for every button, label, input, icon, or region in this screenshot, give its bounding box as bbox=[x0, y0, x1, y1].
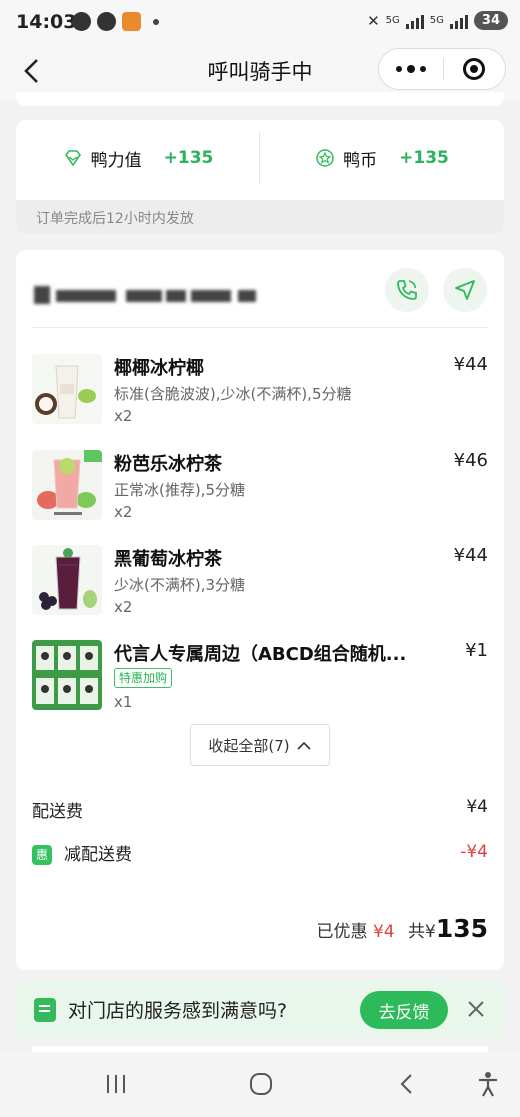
product-price: ¥46 bbox=[453, 450, 488, 471]
product-image bbox=[32, 354, 102, 424]
close-mini-program-button[interactable] bbox=[443, 49, 505, 89]
network-type-2: 5G bbox=[429, 15, 444, 26]
message-icon bbox=[97, 12, 116, 31]
previous-card-edge bbox=[16, 92, 504, 106]
wechat-icon bbox=[72, 12, 91, 31]
list-item[interactable]: 粉芭乐冰柠茶 正常冰(推荐),5分糖 x2 ¥46 bbox=[32, 450, 488, 534]
call-store-button[interactable] bbox=[385, 268, 429, 312]
delivery-fee-label: 配送费 bbox=[32, 802, 83, 822]
back-icon bbox=[400, 1074, 412, 1094]
delivery-discount-row: 惠减配送费 -¥4 bbox=[32, 840, 488, 865]
discount-badge: 惠 bbox=[32, 845, 52, 865]
reward-note: 订单完成后12小时内发放 bbox=[16, 200, 504, 234]
product-price: ¥1 bbox=[465, 640, 488, 661]
total-label: 共¥ bbox=[407, 922, 436, 942]
reward-value: +135 bbox=[163, 148, 214, 168]
feedback-icon bbox=[34, 998, 56, 1022]
collapse-all-button[interactable]: 收起全部(7) bbox=[190, 724, 330, 766]
list-item[interactable]: 椰椰冰柠椰 标准(含脆波波),少冰(不满杯),5分糖 x2 ¥44 bbox=[32, 354, 488, 438]
close-icon bbox=[468, 1001, 484, 1017]
product-price: ¥44 bbox=[453, 545, 488, 566]
feedback-question: 对门店的服务感到满意吗? bbox=[68, 1000, 288, 1022]
reward-label: 鸭力值 bbox=[90, 150, 142, 171]
product-name: 粉芭乐冰柠茶 bbox=[114, 454, 222, 475]
delivery-fee-row: 配送费 ¥4 bbox=[32, 797, 488, 822]
more-notifications-icon bbox=[153, 18, 159, 25]
product-name: 黑葡萄冰柠茶 bbox=[114, 549, 222, 570]
reward-coins: 鸭币 +135 bbox=[260, 120, 504, 196]
status-time: 14:03 bbox=[16, 11, 77, 33]
home-icon bbox=[250, 1073, 272, 1095]
promo-tag: 特惠加购 bbox=[114, 668, 173, 688]
close-banner-button[interactable] bbox=[462, 994, 490, 1024]
product-name: 代言人专属周边（ABCD组合随机... bbox=[114, 644, 407, 665]
battery-level: 34 bbox=[473, 11, 508, 30]
more-button[interactable] bbox=[379, 49, 443, 89]
saved-label: 已优惠 bbox=[316, 922, 368, 942]
phone-icon bbox=[397, 280, 417, 300]
divider bbox=[259, 132, 260, 184]
collapse-label: 收起全部(7) bbox=[208, 736, 290, 755]
saved-value: ¥4 bbox=[372, 922, 395, 942]
navigate-button[interactable] bbox=[443, 268, 487, 312]
total-amount: 135 bbox=[435, 914, 488, 943]
network-type-1: 5G bbox=[385, 15, 400, 26]
order-total: 已优惠 ¥4 共¥135 bbox=[317, 914, 488, 943]
divider bbox=[32, 327, 488, 328]
discount-value: -¥4 bbox=[460, 842, 488, 862]
signal-icon bbox=[449, 13, 468, 29]
product-qty: x1 bbox=[114, 693, 133, 711]
product-spec: 少冰(不满杯),3分糖 bbox=[114, 576, 246, 594]
feedback-banner: 对门店的服务感到满意吗? 去反馈 bbox=[16, 980, 504, 1038]
product-spec: 正常冰(推荐),5分糖 bbox=[114, 481, 246, 499]
product-spec: 标准(含脆波波),少冰(不满杯),5分糖 bbox=[114, 385, 352, 403]
signal-icon bbox=[405, 13, 424, 29]
product-price: ¥44 bbox=[453, 354, 488, 375]
product-qty: x2 bbox=[114, 503, 133, 521]
mute-icon: ✕ bbox=[367, 11, 380, 30]
list-item[interactable]: 黑葡萄冰柠茶 少冰(不满杯),3分糖 x2 ¥44 bbox=[32, 545, 488, 629]
rewards-card: 鸭力值 +135 鸭币 +135 订单完成后12小时内发放 bbox=[16, 120, 504, 234]
accessibility-button[interactable] bbox=[468, 1066, 508, 1102]
home-button[interactable] bbox=[241, 1066, 281, 1102]
more-dots-icon bbox=[395, 66, 402, 72]
star-coin-icon bbox=[316, 149, 334, 167]
system-nav-bar bbox=[0, 1052, 520, 1117]
list-item[interactable]: 代言人专属周边（ABCD组合随机... 特惠加购 x1 ¥1 bbox=[32, 640, 488, 724]
reward-points: 鸭力值 +135 bbox=[16, 120, 260, 196]
back-nav-button[interactable] bbox=[386, 1066, 426, 1102]
status-indicators: ✕ 5G 5G 34 bbox=[367, 11, 508, 30]
discount-label: 减配送费 bbox=[64, 845, 132, 865]
navigation-arrow-icon bbox=[455, 280, 475, 300]
accessibility-icon bbox=[479, 1072, 497, 1097]
feedback-button[interactable]: 去反馈 bbox=[360, 991, 448, 1029]
chevron-up-icon bbox=[297, 741, 311, 750]
mini-program-capsule bbox=[378, 48, 506, 90]
product-qty: x2 bbox=[114, 407, 133, 425]
reward-label: 鸭币 bbox=[343, 150, 378, 171]
product-image bbox=[32, 640, 102, 710]
target-icon bbox=[463, 58, 486, 80]
recent-apps-button[interactable] bbox=[96, 1066, 136, 1102]
notification-icons bbox=[72, 12, 159, 31]
recent-apps-icon bbox=[107, 1075, 125, 1093]
status-bar: 14:03 ✕ 5G 5G 34 bbox=[0, 0, 520, 44]
product-image bbox=[32, 545, 102, 615]
product-name: 椰椰冰柠椰 bbox=[114, 358, 204, 379]
product-image bbox=[32, 450, 102, 520]
product-qty: x2 bbox=[114, 598, 133, 616]
reward-value: +135 bbox=[399, 148, 449, 168]
diamond-icon bbox=[64, 150, 81, 167]
app-notification-icon bbox=[122, 12, 141, 31]
delivery-fee-value: ¥4 bbox=[466, 797, 488, 817]
